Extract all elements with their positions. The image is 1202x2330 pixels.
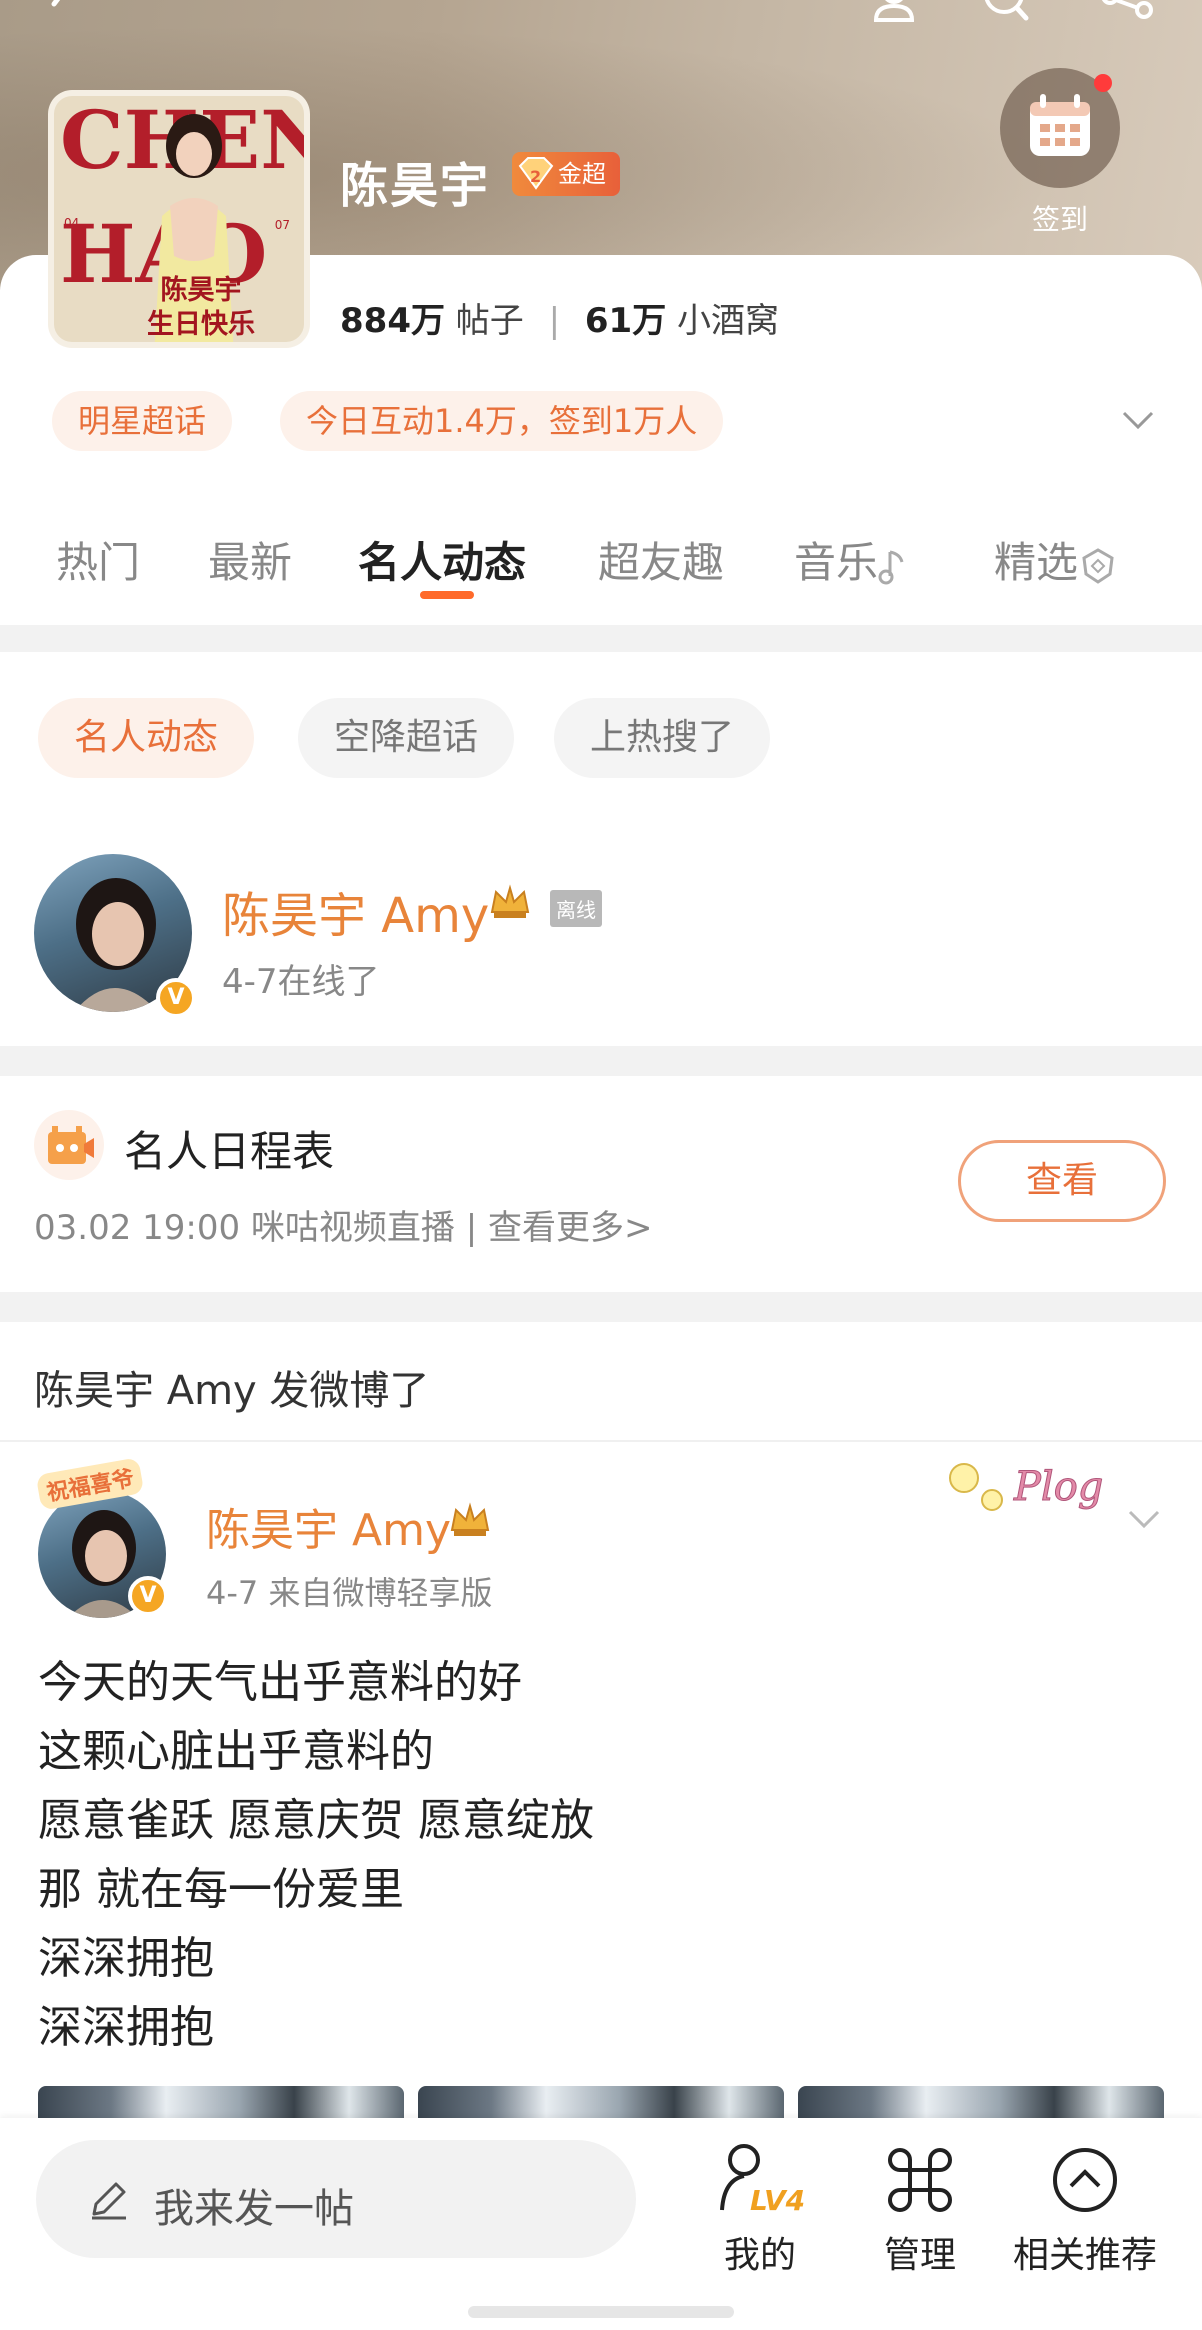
celebrity-name[interactable]: 陈昊宇 Amy (222, 876, 489, 946)
svg-text:LV4: LV4 (750, 2184, 805, 2217)
people-icon[interactable] (870, 0, 926, 22)
fans-count: 61万 (584, 301, 667, 341)
share-icon[interactable] (1100, 0, 1156, 22)
tab-fun[interactable]: 超友趣 (598, 523, 724, 603)
fans-label: 小酒窝 (677, 301, 780, 341)
svg-text:Plog: Plog (1013, 1464, 1103, 1510)
search-icon[interactable] (980, 0, 1036, 22)
post-line: 深深拥抱 (38, 2002, 214, 2053)
back-icon[interactable] (34, 0, 90, 22)
mine-label: 我的 (723, 2235, 796, 2276)
tab-music[interactable]: 音乐 (794, 523, 908, 603)
section-divider (0, 622, 1202, 652)
verified-badge: V (128, 1576, 168, 1616)
filter-hot-search[interactable]: 上热搜了 (554, 698, 771, 778)
post-meta: 4-7 来自微博轻享版 (206, 1574, 493, 1612)
post-line: 那 就在每一份爱里 (38, 1864, 404, 1915)
tab-hot[interactable]: 热门 (56, 523, 140, 603)
user-level-icon: LV4 (720, 2144, 805, 2217)
compose-post-input[interactable]: 我来发一帖 (36, 2140, 636, 2258)
related-recommend-button[interactable]: 相关推荐 (1000, 2140, 1170, 2290)
verified-badge: V (156, 978, 196, 1018)
post-line: 深深拥抱 (38, 1933, 214, 1984)
command-icon (888, 2148, 952, 2212)
featured-badge-icon (1082, 547, 1114, 584)
mine-button[interactable]: LV4 我的 (690, 2140, 830, 2290)
post-line: 这颗心脏出乎意料的 (38, 1726, 434, 1777)
section-divider (0, 1046, 1202, 1076)
plog-sticker: Plog (949, 1463, 1104, 1511)
posts-count: 884万 (340, 301, 445, 341)
badge-label: 金超 (558, 160, 606, 188)
chevron-up-circle-icon (1053, 2148, 1117, 2212)
tab-featured[interactable]: 精选 (994, 523, 1118, 603)
related-label: 相关推荐 (1012, 2235, 1157, 2276)
tab-bar: 热门 最新 名人动态 超友趣 音乐 精选 (0, 523, 1202, 623)
schedule-title: 名人日程表 (124, 1127, 335, 1176)
chip-today-activity[interactable]: 今日互动1.4万，签到1万人 (280, 391, 724, 451)
tab-latest[interactable]: 最新 (208, 523, 292, 603)
post-author-name[interactable]: 陈昊宇 Amy (206, 1494, 451, 1558)
diamond-icon: 2 (518, 157, 554, 190)
top-toolbar (0, 0, 1202, 26)
chip-star-topic[interactable]: 明星超话 (52, 391, 233, 451)
divider-line (0, 1440, 1202, 1442)
view-schedule-button[interactable]: 查看 (958, 1140, 1166, 1222)
schedule-detail-link[interactable]: 03.02 19:00 咪咕视频直播 | 查看更多> (34, 1200, 653, 1249)
post-line: 愿意雀跃 愿意庆贺 愿意绽放 (38, 1795, 594, 1846)
manage-button[interactable]: 管理 (850, 2140, 990, 2290)
super-topic-badge[interactable]: 2 金超 (512, 152, 620, 196)
active-tab-indicator (420, 591, 474, 599)
page-title: 陈昊宇 (340, 158, 491, 214)
home-indicator[interactable] (468, 2306, 734, 2318)
filter-trending-topic[interactable]: 空降超话 (298, 698, 515, 778)
offline-status-badge: 离线 (550, 890, 602, 927)
checkin-label: 签到 (1031, 203, 1088, 236)
topic-cover-image[interactable]: CHEN HAO 04 07 陈昊宇 生日快乐 (48, 90, 310, 348)
crown-icon (490, 884, 530, 918)
post-line: 今天的天气出乎意料的好 (38, 1657, 522, 1708)
section-divider (0, 1292, 1202, 1322)
topic-stats: 884万 帖子 | 61万 小酒窝 (340, 301, 780, 341)
bottom-action-bar: 我来发一帖 LV4 我的 管理 相关推荐 (0, 2118, 1202, 2330)
crown-icon (450, 1502, 490, 1536)
cover-caption: 陈昊宇 生日快乐 (147, 275, 255, 340)
posts-label: 帖子 (455, 301, 524, 341)
online-time: 4-7在线了 (222, 962, 380, 1002)
manage-label: 管理 (883, 2235, 956, 2276)
cover-tag-right: 07 (274, 218, 290, 232)
post-text: 今天的天气出乎意料的好 这颗心脏出乎意料的 愿意雀跃 愿意庆贺 愿意绽放 那 就… (38, 1648, 1168, 2062)
pencil-icon (92, 2182, 126, 2220)
schedule-icon (34, 1110, 104, 1180)
checkin-button[interactable]: 签到 (1000, 68, 1120, 238)
notification-dot (1094, 74, 1112, 92)
cover-tag-left: 04 (64, 216, 80, 230)
compose-placeholder: 我来发一帖 (154, 2186, 354, 2232)
music-note-icon (878, 550, 904, 584)
chevron-down-icon[interactable] (1118, 405, 1158, 435)
feed-section-title: 陈昊宇 Amy 发微博了 (34, 1368, 430, 1414)
filter-celebrity-news[interactable]: 名人动态 (38, 698, 255, 778)
chevron-down-icon[interactable] (1124, 1504, 1164, 1534)
svg-text:2: 2 (530, 167, 541, 186)
